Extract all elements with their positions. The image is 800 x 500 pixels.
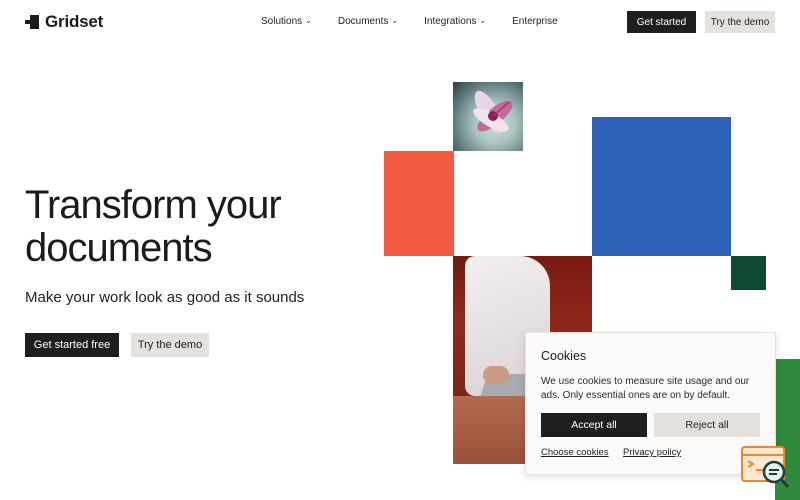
cookie-message: We use cookies to measure site usage and… xyxy=(541,376,750,401)
nav-item-documents[interactable]: Documents ⌄ xyxy=(338,16,398,27)
site-header: Gridset Solutions ⌄ Documents ⌄ Integrat… xyxy=(0,0,800,44)
chevron-down-icon: ⌄ xyxy=(391,16,399,25)
chevron-down-icon: ⌄ xyxy=(479,16,487,25)
nav-label: Integrations xyxy=(424,16,477,27)
choose-cookies-link[interactable]: Choose cookies xyxy=(541,447,609,458)
cookie-title: Cookies xyxy=(541,349,587,363)
orange-block xyxy=(384,151,454,256)
brand-logo[interactable]: Gridset xyxy=(25,12,103,32)
chat-search-icon[interactable] xyxy=(741,446,791,490)
accept-all-button[interactable]: Accept all xyxy=(541,413,647,437)
reject-all-button[interactable]: Reject all xyxy=(654,413,760,437)
cookie-consent-dialog: Cookies We use cookies to measure site u… xyxy=(525,332,776,475)
hero-subtitle: Make your work look as good as it sounds xyxy=(25,289,305,306)
nav-label: Enterprise xyxy=(512,16,558,27)
flower-image xyxy=(453,82,523,151)
nav-label: Solutions xyxy=(261,16,303,27)
main-nav: Solutions ⌄ Documents ⌄ Integrations ⌄ E… xyxy=(261,16,584,27)
nav-item-enterprise[interactable]: Enterprise xyxy=(512,16,558,27)
nav-item-solutions[interactable]: Solutions ⌄ xyxy=(261,16,312,27)
privacy-policy-link[interactable]: Privacy policy xyxy=(623,447,681,458)
gridset-logo-icon xyxy=(25,15,39,29)
try-demo-button[interactable]: Try the demo xyxy=(131,333,209,357)
brand-name: Gridset xyxy=(45,12,104,31)
header-get-started-button[interactable]: Get started xyxy=(627,11,696,33)
nav-item-integrations[interactable]: Integrations ⌄ xyxy=(424,16,486,27)
get-started-free-button[interactable]: Get started free xyxy=(25,333,119,357)
chevron-down-icon: ⌄ xyxy=(305,16,312,25)
blue-block xyxy=(592,117,731,256)
nav-label: Documents xyxy=(337,16,389,27)
header-try-demo-button[interactable]: Try the demo xyxy=(705,11,775,33)
dark-green-block xyxy=(731,256,766,290)
hero-title: Transform your documents xyxy=(25,183,282,270)
